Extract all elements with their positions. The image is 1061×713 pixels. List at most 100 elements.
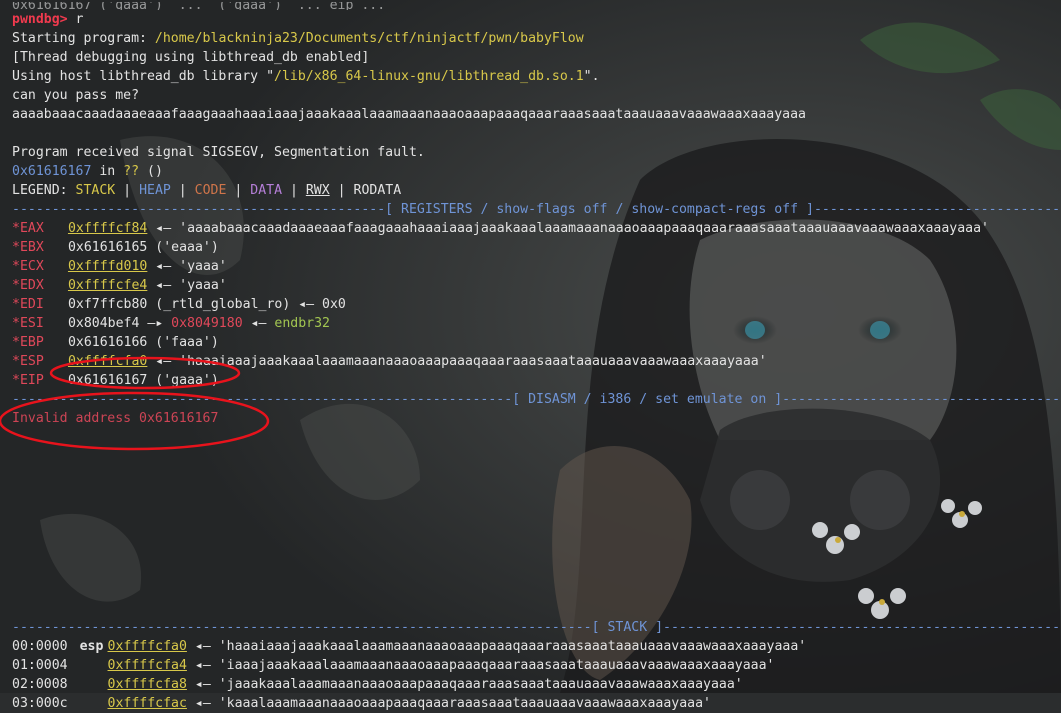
stack-value: 'haaaiaaajaaakaaalaaamaaanaaaoaaapaaaqaa… [218, 639, 807, 654]
stack-row: 00:0000 esp 0xffffcfa0 ◂— 'haaaiaaajaaaka… [12, 637, 1061, 656]
start-prefix: Starting program: [12, 31, 155, 46]
register-value: 0x61616166 ('faaa') [67, 335, 219, 350]
register-ecx: *ECX 0xffffd010 ◂— 'yaaa' [12, 257, 1061, 276]
registers-header-rule: ]---------------------------------------… [806, 202, 1061, 217]
stack-register: esp [79, 639, 104, 654]
register-edi: *EDI 0xf7ffcb80 (_rtld_global_ro) ◂— 0x0 [12, 295, 1061, 314]
legend-heap: HEAP [139, 183, 171, 198]
starting-program-line: Starting program: /home/blackninja23/Doc… [12, 29, 1061, 48]
register-name: ECX [19, 259, 44, 274]
deref-arrow: ◂— [186, 639, 219, 654]
changed-marker: * [12, 335, 20, 350]
changed-marker: * [12, 316, 20, 331]
crash-address: 0x61616167 [12, 164, 92, 179]
registers-header-rule: ----------------------------------------… [12, 202, 402, 217]
show-flags-setting: show-flags off [496, 202, 608, 217]
register-value: 0x804bef4 —▸ [67, 316, 172, 331]
legend-rodata: RODATA [353, 183, 402, 198]
legend-code: CODE [194, 183, 227, 198]
thread-debug-line: [Thread debugging using libthread_db ena… [12, 50, 370, 65]
legend-rwx: RWX [305, 183, 330, 198]
stack-value: 'iaaajaaakaaalaaamaaanaaaoaaapaaaqaaaraa… [218, 658, 775, 673]
register-eax: *EAX 0xffffcf84 ◂— 'aaaabaaacaaadaaaeaaaf… [12, 219, 1061, 238]
disasm-header: ----------------------------------------… [12, 390, 1061, 409]
terminal-output: 0x61616167 ('gaaa') ... ('gaaa') ... eip… [12, 2, 1061, 711]
show-compact-regs-setting: show-compact-regs off [631, 202, 799, 217]
register-esp: *ESP 0xffffcfa0 ◂— 'haaaiaaajaaakaaalaaam… [12, 352, 1061, 371]
legend-label: LEGEND: [12, 183, 76, 198]
host-library-line: Using host libthread_db library "/lib/x8… [12, 67, 1061, 86]
changed-marker: * [12, 240, 20, 255]
header-slash: / [631, 392, 656, 407]
stack-row: 01:0004 0xffffcfa4 ◂— 'iaaajaaakaaalaaam… [12, 656, 1061, 675]
host-path: /lib/x86_64-linux-gnu/libthread_db.so.1 [274, 69, 584, 84]
header-slash: / [472, 202, 497, 217]
code-pointer: 0x8049180 [171, 316, 243, 331]
registers-header: ----------------------------------------… [12, 200, 1061, 219]
cut-line-text: 0x61616167 ('gaaa') ... ('gaaa') ... eip… [12, 2, 386, 10]
legend-separator: | [115, 183, 140, 198]
stack-offset: 03:000c [12, 696, 68, 711]
register-esi: *ESI 0x804bef4 —▸ 0x8049180 ◂— endbr32 [12, 314, 1061, 333]
stack-address: 0xffffcfa4 [107, 658, 187, 673]
register-name: EBX [19, 240, 44, 255]
deref-arrow: ◂— [147, 259, 180, 274]
stack-title: STACK [607, 620, 648, 635]
legend-separator: | [282, 183, 306, 198]
deref-arrow: ◂— [242, 316, 275, 331]
stack-address: 0xffffcfa0 [107, 639, 187, 654]
register-name: EBP [19, 335, 44, 350]
crash-symbol: ?? [123, 164, 140, 179]
disasm-header-rule: ]---------------------------------------… [774, 392, 1061, 407]
stack-value: 'kaaalaaamaaanaaaoaaapaaaqaaaraaasaaataa… [218, 696, 711, 711]
changed-marker: * [12, 278, 20, 293]
register-eip: *EIP 0x61616167 ('gaaa') [12, 371, 1061, 390]
register-name: ESI [19, 316, 44, 331]
register-edx: *EDX 0xffffcfe4 ◂— 'yaaa' [12, 276, 1061, 295]
stack-address: 0xffffcfac [107, 696, 187, 711]
registers-title: REGISTERS [401, 202, 473, 217]
legend-separator: | [329, 183, 354, 198]
prompt-line: pwndbg> r [12, 10, 1061, 29]
stack-header-rule: ]---------------------------------------… [655, 620, 1061, 635]
deref-arrow: ◂— [186, 658, 219, 673]
register-name: EDI [19, 297, 44, 312]
instruction: endbr32 [274, 316, 330, 331]
signal-line: Program received signal SIGSEGV, Segment… [12, 145, 425, 160]
register-value: 0xf7ffcb80 (_rtld_global_ro) ◂— 0x0 [67, 297, 346, 312]
eip-value: 0x61616167 ('gaaa') [67, 373, 219, 388]
changed-marker: * [12, 221, 20, 236]
legend-line: LEGEND: STACK | HEAP | CODE | DATA | RWX… [12, 181, 1061, 200]
changed-marker: * [12, 373, 20, 388]
deref-arrow: ◂— [186, 696, 219, 711]
deref-arrow: ◂— [147, 354, 180, 369]
header-slash: / [575, 392, 600, 407]
register-name: EAX [19, 221, 44, 236]
stack-offset: 00:0000 [12, 639, 68, 654]
host-suffix: ". [583, 69, 600, 84]
crash-parens: () [139, 164, 163, 179]
command-text: r [67, 12, 84, 27]
changed-marker: * [12, 297, 20, 312]
program-path: /home/blackninja23/Documents/ctf/ninjact… [154, 31, 584, 46]
stack-pointer-value: 0xffffcfe4 [67, 278, 148, 293]
empty-disasm-area [12, 428, 1061, 618]
register-ebx: *EBX 0x61616165 ('eaaa') [12, 238, 1061, 257]
register-value: 0x61616165 ('eaaa') [67, 240, 219, 255]
stack-offset: 01:0004 [12, 658, 68, 673]
legend-separator: | [226, 183, 251, 198]
changed-marker: * [12, 354, 20, 369]
emulate-setting: set emulate on [655, 392, 767, 407]
stack-offset: 02:0008 [12, 677, 68, 692]
arch-label: i386 [599, 392, 632, 407]
register-name: EDX [19, 278, 44, 293]
changed-marker: * [12, 259, 20, 274]
deref-arrow: ◂— [186, 677, 219, 692]
stack-row: 02:0008 0xffffcfa8 ◂— 'jaaakaaalaaamaaan… [12, 675, 1061, 694]
stack-address: 0xffffcfa8 [107, 677, 187, 692]
legend-separator: | [170, 183, 195, 198]
question-line: can you pass me? [12, 88, 140, 103]
register-name: ESP [19, 354, 44, 369]
host-prefix: Using host libthread_db library " [12, 69, 275, 84]
deref-arrow: ◂— [147, 278, 180, 293]
